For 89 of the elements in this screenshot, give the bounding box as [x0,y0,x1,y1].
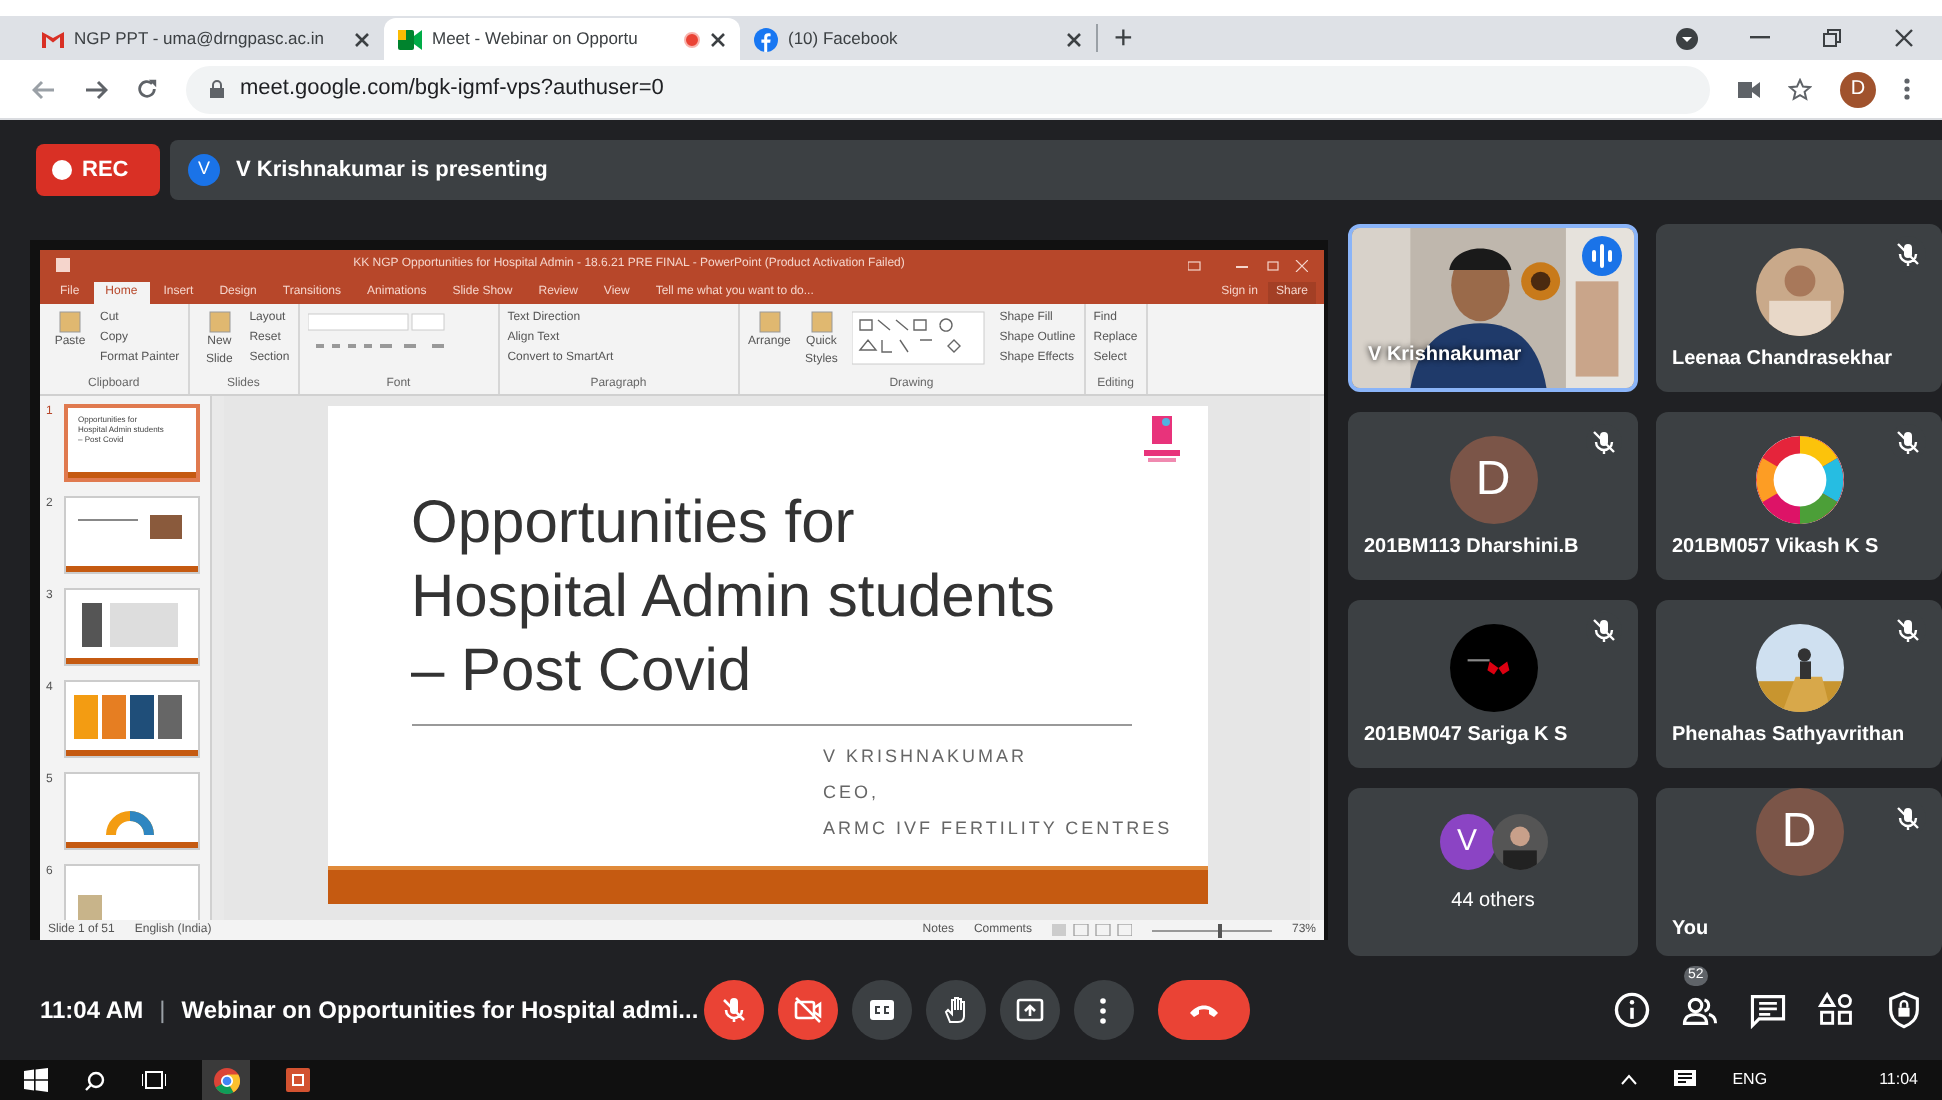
menu-icon[interactable] [1904,78,1910,100]
profile-menu-icon[interactable] [1676,27,1698,49]
info-icon[interactable] [1612,990,1652,1030]
camera-button[interactable] [777,980,838,1040]
more-options-button[interactable] [1073,980,1134,1040]
ribbon-icon [757,310,782,334]
tab-title: (10) Facebook [788,26,898,52]
presentation-app-icon[interactable] [286,1068,310,1092]
facebook-icon [754,27,778,51]
address-bar[interactable]: meet.google.com/bgk-igmf-vps?authuser=0 [186,65,1710,113]
ribbon-icon [207,310,232,334]
camera-off-icon [789,992,826,1028]
minimize-icon[interactable] [1750,36,1770,40]
participant-name: Leenaa Chandrasekhar [1672,346,1893,374]
ribbon-icon [58,310,82,334]
participant-name: 44 others [1451,888,1535,916]
participant-tile[interactable]: 201BM047 Sariga K S [1348,600,1638,768]
participant-name: 201BM113 Dharshini.B [1364,534,1579,562]
windows-start-icon[interactable] [24,1068,48,1092]
slide-thumbnail[interactable] [64,588,200,666]
participant-tile[interactable]: V 44 others [1348,788,1638,956]
participant-tile[interactable]: Leenaa Chandrasekhar [1656,224,1942,392]
close-icon[interactable] [1894,28,1914,48]
avatar: D [1449,436,1537,524]
recording-badge: REC [36,144,160,196]
zoom-thumb[interactable] [1217,923,1222,937]
logo-icon [1143,416,1179,464]
raise-hand-button[interactable] [925,980,986,1040]
close-icon[interactable] [1066,31,1082,47]
meeting-title: Webinar on Opportunities for Hospital admi... [181,994,701,1028]
forward-icon[interactable] [84,79,108,99]
participant-tile[interactable]: D You [1656,788,1942,956]
restore-icon[interactable] [1822,28,1842,48]
avatar: D [1755,788,1843,876]
clock-text[interactable]: 11:04 [1879,1068,1918,1092]
ribbon-icon [809,310,834,334]
phone-icon [1189,1003,1218,1017]
slide-thumbnail[interactable] [64,864,200,920]
chrome-icon[interactable] [213,1067,239,1093]
leave-call-button[interactable] [1157,980,1250,1040]
profile-avatar[interactable]: D [1840,71,1876,107]
slide-title: Hospital Admin students [411,562,1057,634]
close-icon[interactable] [710,31,726,47]
video-camera-icon [398,29,422,49]
window-controls-icon [1188,259,1308,271]
slide-thumbnail[interactable] [64,680,200,758]
tab-title: NGP PPT - uma@drngpasc.ac.in [74,26,325,52]
language-indicator[interactable]: ENG [1732,1068,1768,1092]
chat-icon[interactable] [1748,990,1788,1030]
participant-name: You [1672,916,1709,944]
avatar: V [188,154,220,186]
presenting-text: V Krishnakumar is presenting [236,155,548,186]
shield-lock-icon[interactable] [1884,990,1924,1030]
reload-icon[interactable] [136,78,158,100]
participant-tile[interactable]: 201BM057 Vikash K S [1656,412,1942,580]
back-icon[interactable] [32,79,56,99]
separator-text: | [159,994,166,1028]
microphone-button[interactable] [703,980,764,1040]
slide-subtitle: CEO, [823,780,882,806]
slide-title: – Post Covid [411,636,754,708]
slide-title: Opportunities for [411,488,857,560]
captions-button[interactable] [851,980,912,1040]
avatar: V [1439,814,1495,870]
slide-thumbnail[interactable] [64,496,200,574]
participant-name: 201BM057 Vikash K S [1672,534,1879,562]
lock-icon [210,80,224,98]
close-icon[interactable] [354,31,370,47]
more-icon [1100,997,1107,1023]
participant-tile[interactable]: Phenahas Sathyavrithan [1656,600,1942,768]
star-icon[interactable] [1788,77,1812,101]
browser-tab[interactable]: Meet - Webinar on Opportu [384,18,740,60]
shapes-icon[interactable] [1816,990,1856,1030]
participant-name: 201BM047 Sariga K S [1364,722,1568,750]
camera-icon[interactable] [1738,81,1760,97]
meeting-time: 11:04 AM [40,994,144,1028]
task-view-icon[interactable] [142,1070,166,1090]
tab-title: Meet - Webinar on Opportu [432,26,638,52]
notification-icon[interactable] [1674,1070,1697,1090]
url-text: meet.google.com/bgk-igmf-vps?authuser=0 [240,74,664,105]
participant-name: Phenahas Sathyavrithan [1672,722,1905,750]
slide-subtitle: ARMC IVF FERTILITY CENTRES [823,816,1175,842]
slide-thumbnail[interactable] [64,772,200,850]
caret-icon[interactable] [1620,1074,1639,1086]
slide-subtitle: V KRISHNAKUMAR [823,744,1030,770]
search-icon[interactable] [84,1069,106,1091]
mail-icon [42,30,64,48]
participant-tile[interactable]: D 201BM113 Dharshini.B [1348,412,1638,580]
new-tab-button[interactable]: + [1098,20,1149,60]
present-button[interactable] [999,980,1060,1040]
